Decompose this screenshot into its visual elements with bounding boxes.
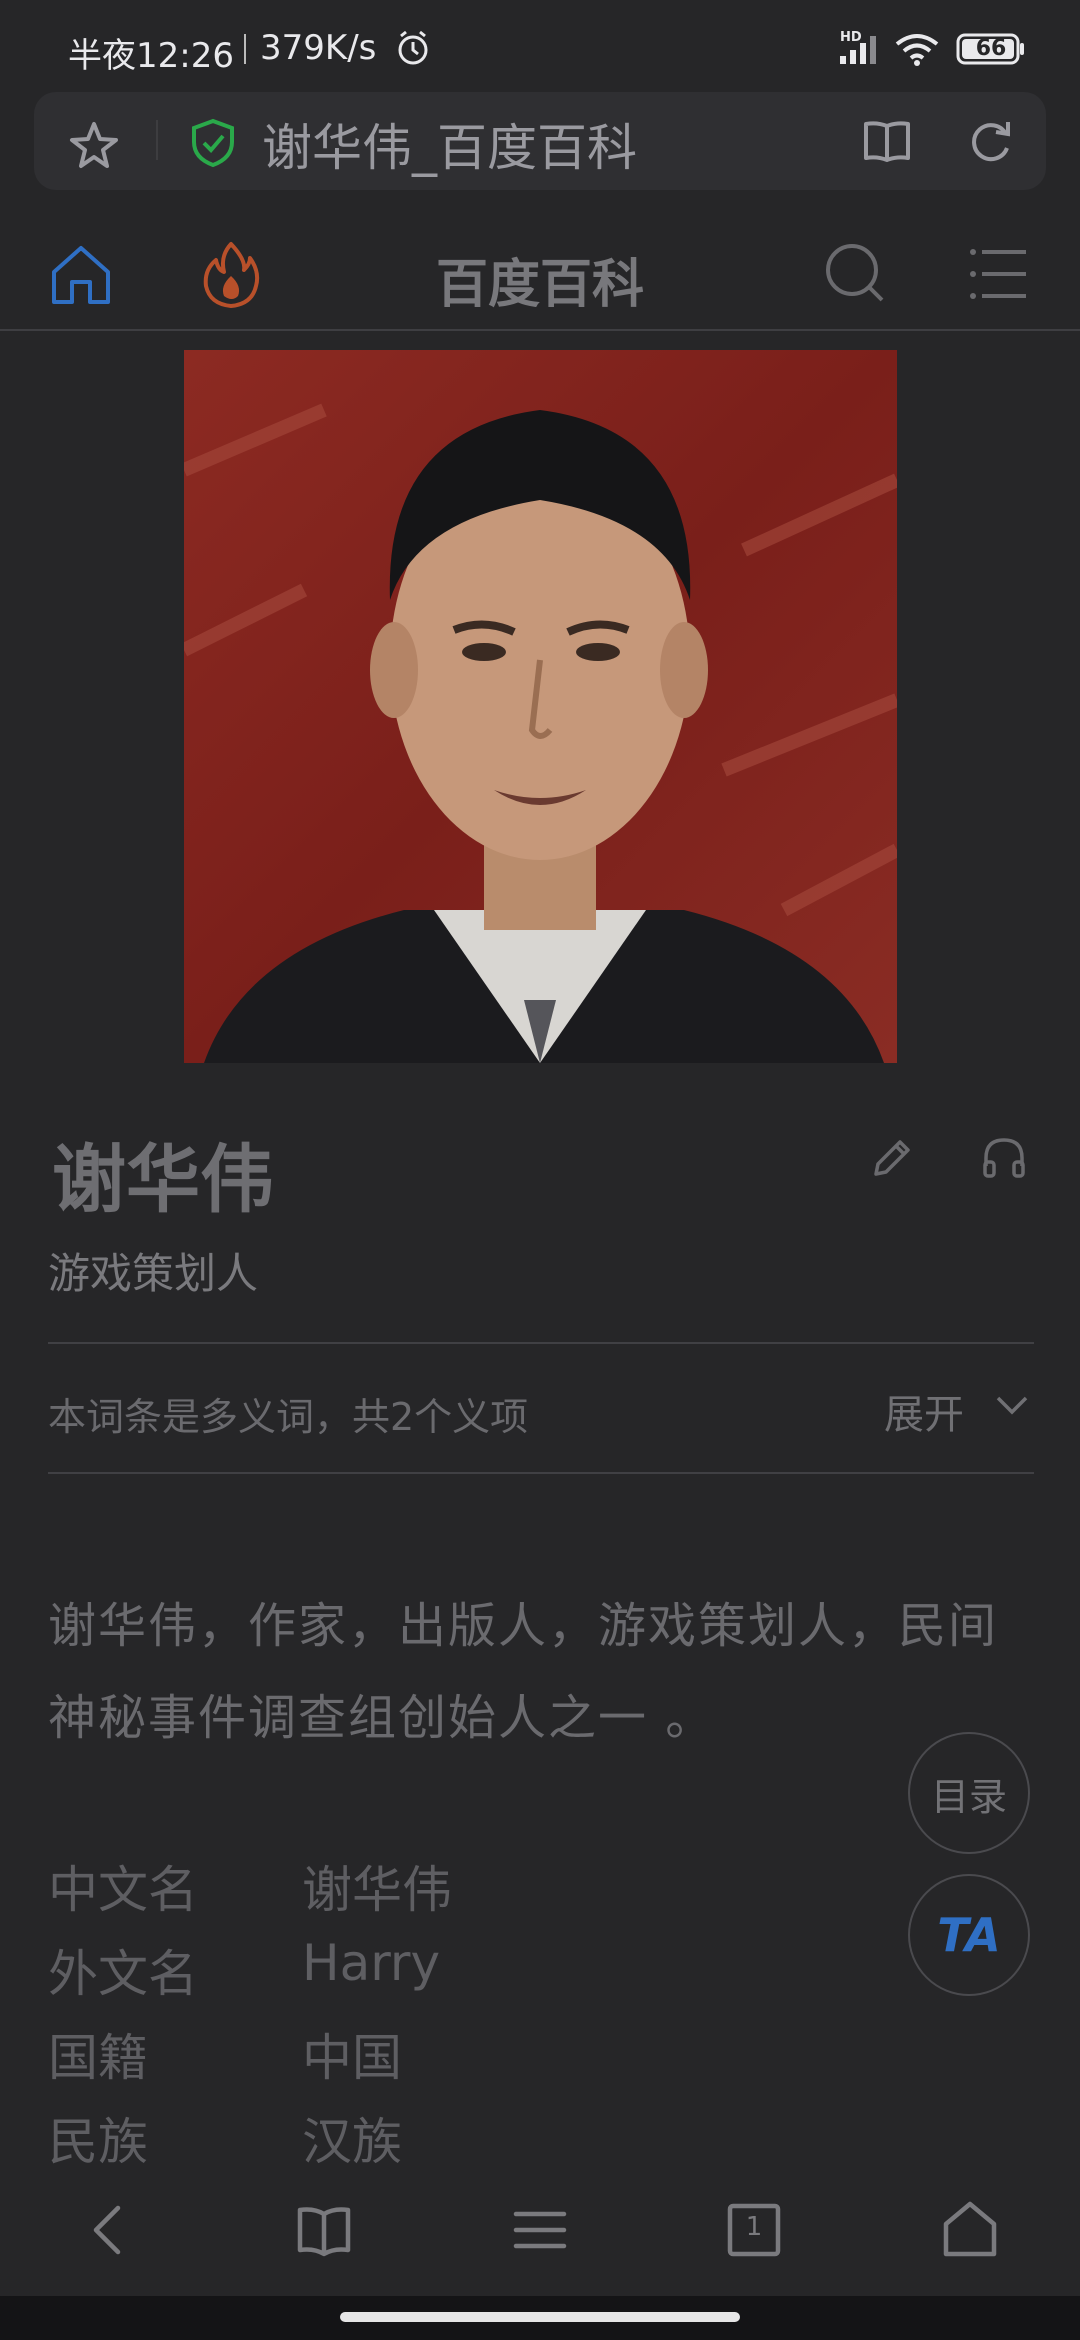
status-separator [244,34,246,64]
network-speed: 379K/s [260,28,377,68]
info-key: 中文名 [48,1861,198,1919]
info-value: 中国 [302,2029,402,2087]
homepage-icon[interactable] [942,2200,998,2264]
signal-icon [838,30,882,70]
address-divider [156,120,158,160]
info-value: Harry [302,1934,441,1992]
alarm-icon [396,30,430,70]
chevron-down-icon[interactable] [994,1394,1030,1422]
entry-subtitle: 游戏策划人 [48,1249,259,1298]
info-value: 谢华伟 [302,1861,452,1919]
hot-fire-icon[interactable] [198,240,264,314]
page-title[interactable]: 谢华伟_百度百科 [262,108,637,180]
edit-pencil-icon[interactable] [868,1134,916,1186]
info-key: 外文名 [48,1945,198,2003]
toc-label: 目录 [930,1774,1007,1819]
wifi-icon [894,32,940,70]
entry-title: 谢华伟 [52,1137,274,1223]
info-value: 汉族 [302,2113,402,2171]
site-header [0,205,1080,331]
polysemy-note: 本词条是多义词，共2个义项 [48,1395,529,1439]
status-time: 半夜12:26 [68,36,234,76]
menu-icon[interactable] [512,2200,568,2264]
entry-portrait-image[interactable] [184,350,897,1063]
expand-button[interactable]: 展开 [884,1382,964,1440]
tab-count: 1 [745,2212,763,2242]
headphones-icon[interactable] [980,1134,1028,1186]
ta-button[interactable]: TA [908,1874,1030,1996]
divider [48,1342,1034,1344]
search-icon[interactable] [822,240,888,310]
bookmark-star-icon[interactable] [66,118,122,178]
shield-icon [190,118,236,172]
reader-mode-icon[interactable] [862,118,912,168]
home-icon[interactable] [48,242,114,312]
battery-level: 66 [975,36,1007,61]
info-key: 国籍 [48,2029,148,2087]
info-key: 民族 [48,2113,148,2171]
table-of-contents-button[interactable]: 目录 [908,1732,1030,1854]
bookmarks-icon[interactable] [296,2200,352,2264]
home-indicator[interactable] [340,2312,740,2322]
menu-list-icon[interactable] [968,246,1028,306]
back-icon[interactable] [82,2200,138,2264]
ta-label: TA [937,1908,1001,1962]
divider [48,1472,1034,1474]
tabs-icon[interactable]: 1 [726,2200,782,2264]
reload-icon[interactable] [966,114,1016,172]
entry-summary: 谢华伟，作家，出版人，游戏策划人，民间神秘事件调查组创始人之一 。 [48,1598,999,1746]
